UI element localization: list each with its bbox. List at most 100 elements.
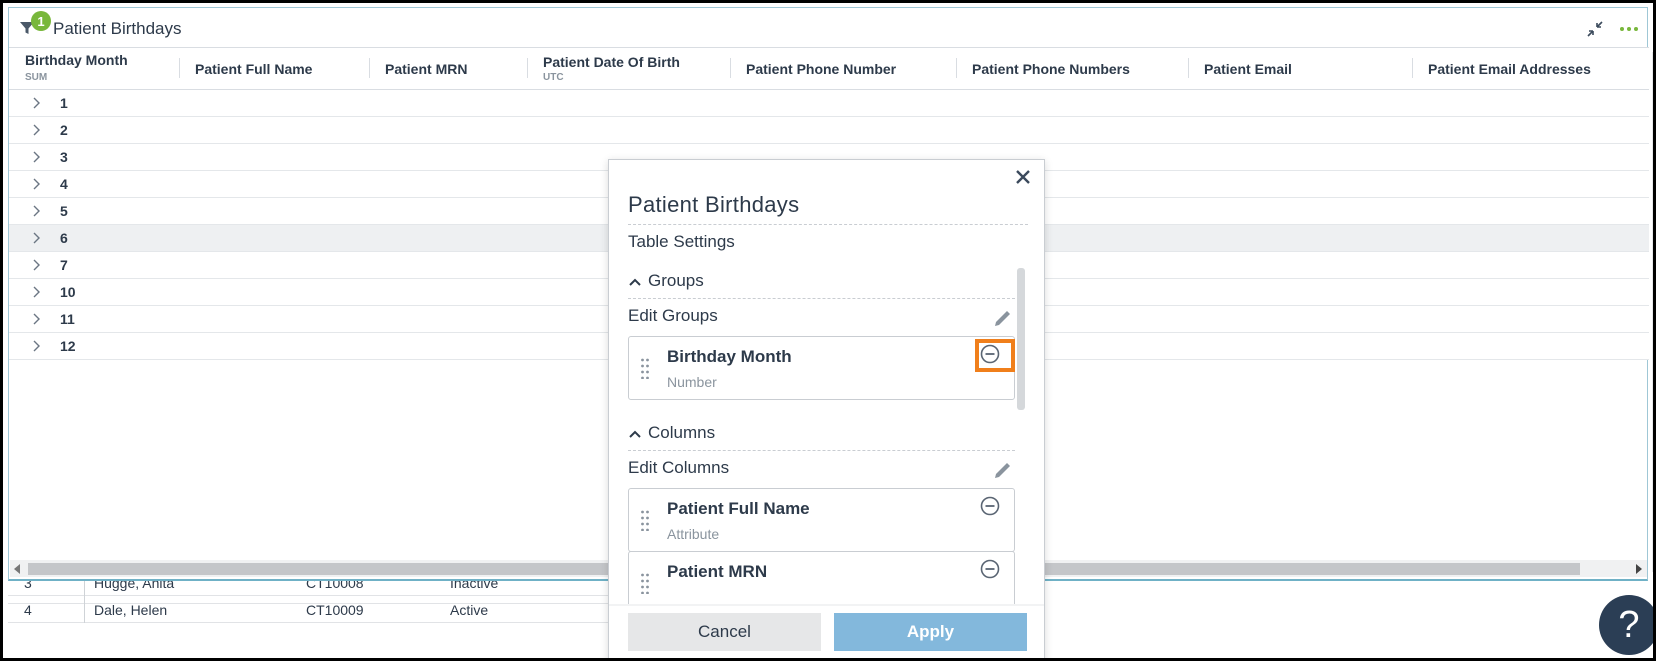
group-value: 10: [60, 284, 76, 300]
column-divider: [1412, 58, 1413, 78]
group-name: Birthday Month: [667, 347, 792, 366]
divider: [628, 298, 1015, 299]
group-card-birthday-month[interactable]: Birthday Month Number: [628, 336, 1015, 400]
remove-icon[interactable]: [979, 558, 1001, 580]
column-divider: [179, 58, 180, 78]
scroll-right-icon[interactable]: [1636, 564, 1642, 574]
column-header-label: Birthday Month: [25, 52, 128, 68]
footer-divider: [609, 604, 1044, 606]
column-header-patient-email-addresses[interactable]: Patient Email Addresses: [1412, 48, 1649, 90]
chevron-right-icon[interactable]: [30, 259, 42, 271]
remove-icon[interactable]: [979, 495, 1001, 517]
drag-handle-icon[interactable]: [640, 572, 650, 594]
chevron-right-icon[interactable]: [30, 340, 42, 352]
columns-section-toggle[interactable]: Columns: [628, 423, 715, 443]
column-card-patient-mrn[interactable]: Patient MRN: [628, 551, 1015, 605]
column-header-label: Patient Phone Number: [746, 61, 897, 77]
section-heading: Groups: [648, 271, 704, 290]
column-header-label: Patient Date Of Birth: [543, 54, 680, 70]
column-name: Patient Full Name: [667, 499, 810, 518]
column-divider: [956, 58, 957, 78]
app-frame: 3 Hugge, Anita CT10008 Inactive 4 Dale, …: [0, 0, 1656, 661]
chevron-right-icon[interactable]: [30, 124, 42, 136]
row-mrn: CT10009: [306, 602, 364, 618]
column-header-label: Patient Email: [1204, 61, 1292, 77]
column-divider: [730, 58, 731, 78]
column-header-patient-email[interactable]: Patient Email: [1188, 48, 1412, 90]
column-divider: [84, 596, 85, 623]
grid-header: Birthday Month SUM Patient Full Name Pat…: [9, 47, 1649, 90]
cancel-button[interactable]: Cancel: [628, 613, 821, 651]
group-row[interactable]: 2: [9, 117, 1649, 144]
column-header-patient-full-name[interactable]: Patient Full Name: [179, 48, 369, 90]
column-header-label: Patient Phone Numbers: [972, 61, 1130, 77]
column-card-patient-full-name[interactable]: Patient Full Name Attribute: [628, 488, 1015, 552]
filter-count-badge: 1: [31, 11, 51, 31]
column-divider: [369, 58, 370, 78]
more-options-icon[interactable]: [1619, 19, 1639, 39]
group-value: 4: [60, 176, 68, 192]
drag-handle-icon[interactable]: [640, 357, 650, 379]
pencil-icon[interactable]: [992, 459, 1014, 481]
dialog-title: Patient Birthdays: [628, 192, 800, 217]
edit-groups-label: Edit Groups: [628, 306, 718, 325]
column-header-sub: UTC: [543, 72, 564, 83]
divider: [628, 450, 1015, 451]
chevron-up-icon: [629, 430, 641, 438]
widget-title: Patient Birthdays: [53, 19, 182, 38]
column-header-birthday-month[interactable]: Birthday Month SUM: [9, 48, 179, 90]
apply-button[interactable]: Apply: [834, 613, 1027, 651]
pencil-icon[interactable]: [992, 307, 1014, 329]
column-divider: [1188, 58, 1189, 78]
chevron-right-icon[interactable]: [30, 205, 42, 217]
underlying-table: 3 Hugge, Anita CT10008 Inactive 4 Dale, …: [8, 569, 608, 658]
column-header-patient-phone-numbers[interactable]: Patient Phone Numbers: [956, 48, 1188, 90]
group-value: 6: [60, 230, 68, 246]
chevron-right-icon[interactable]: [30, 286, 42, 298]
column-name: Patient MRN: [667, 562, 768, 581]
column-header-patient-date-of-birth[interactable]: Patient Date Of Birth UTC: [527, 48, 730, 90]
column-header-patient-mrn[interactable]: Patient MRN: [369, 48, 527, 90]
group-value: 1: [60, 95, 68, 111]
group-value: 3: [60, 149, 68, 165]
column-header-label: Patient Full Name: [195, 61, 313, 77]
column-header-label: Patient MRN: [385, 61, 468, 77]
help-button[interactable]: ?: [1599, 595, 1653, 655]
column-divider: [527, 58, 528, 78]
column-header-label: Patient Email Addresses: [1428, 61, 1591, 77]
chevron-right-icon[interactable]: [30, 232, 42, 244]
group-value: 7: [60, 257, 68, 273]
highlight-box: [975, 339, 1015, 372]
dialog-scrollbar[interactable]: [1017, 268, 1025, 410]
group-value: 12: [60, 338, 76, 354]
dialog-subtitle: Table Settings: [628, 232, 735, 251]
groups-section-toggle[interactable]: Groups: [628, 271, 704, 291]
table-settings-dialog: Patient Birthdays Table Settings Groups …: [608, 159, 1045, 658]
group-type: Number: [667, 374, 717, 390]
chevron-right-icon[interactable]: [30, 178, 42, 190]
row-id: 4: [24, 602, 32, 618]
group-value: 11: [60, 311, 75, 327]
row-name: Dale, Helen: [94, 602, 168, 618]
drag-handle-icon[interactable]: [640, 509, 650, 531]
chevron-up-icon: [629, 278, 641, 286]
column-header-sub: SUM: [25, 72, 48, 83]
divider: [628, 224, 1028, 225]
close-icon[interactable]: [1012, 166, 1034, 188]
column-header-patient-phone-number[interactable]: Patient Phone Number: [730, 48, 956, 90]
table-row[interactable]: 4 Dale, Helen CT10009 Active: [8, 596, 608, 623]
widget-header: 1 Patient Birthdays: [9, 8, 1647, 48]
vertical-scrollbar[interactable]: [1652, 52, 1653, 572]
chevron-right-icon[interactable]: [30, 97, 42, 109]
group-row[interactable]: 1: [9, 90, 1649, 117]
collapse-icon[interactable]: [1585, 19, 1605, 39]
row-status: Active: [450, 602, 489, 618]
chevron-right-icon[interactable]: [30, 151, 42, 163]
section-heading: Columns: [648, 423, 716, 442]
chevron-right-icon[interactable]: [30, 313, 42, 325]
edit-columns-label: Edit Columns: [628, 458, 730, 477]
column-type: Attribute: [667, 526, 720, 542]
scroll-left-icon[interactable]: [14, 564, 20, 574]
group-value: 2: [60, 122, 68, 138]
group-value: 5: [60, 203, 68, 219]
